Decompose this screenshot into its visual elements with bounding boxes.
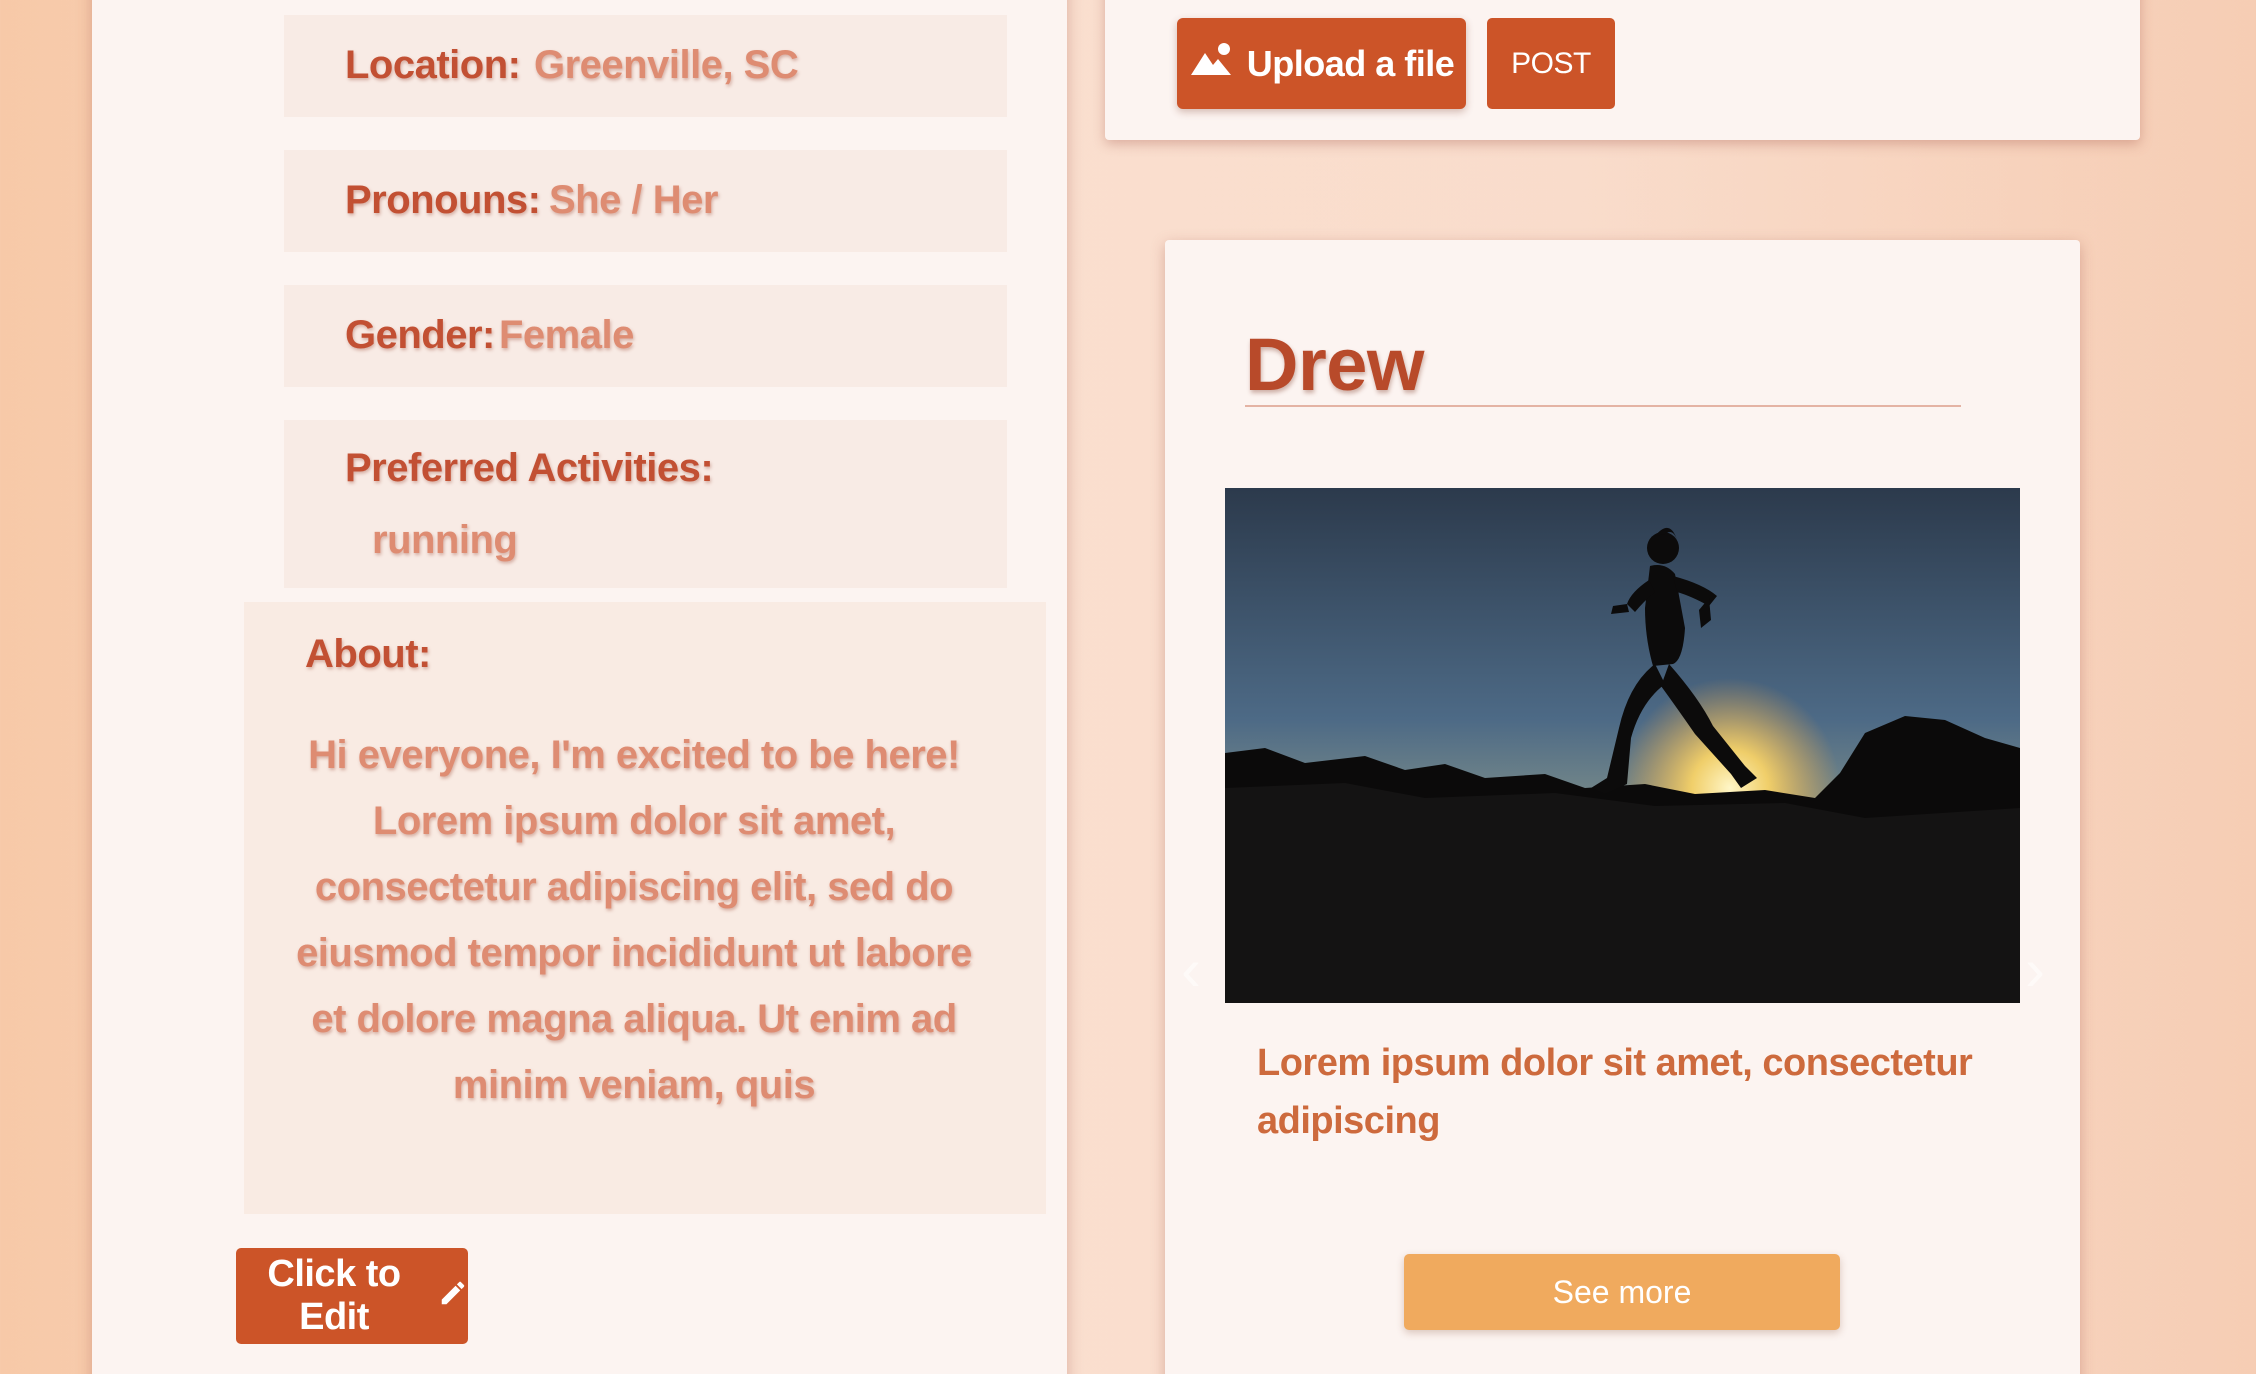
- post-caption: Lorem ipsum dolor sit amet, consectetur …: [1257, 1042, 1973, 1142]
- post-button[interactable]: POST: [1487, 18, 1615, 109]
- post-author-name: Drew: [1245, 323, 1424, 406]
- about-text: Hi everyone, I'm excited to be here! Lor…: [296, 733, 972, 1107]
- edit-button-label: Click to Edit: [267, 1253, 401, 1338]
- chevron-right-icon[interactable]: ›: [2025, 940, 2065, 1000]
- activities-label: Preferred Activities:: [345, 446, 714, 490]
- profile-panel: Location: Greenville, SC Pronouns: She /…: [92, 0, 1067, 1374]
- upload-button-label: Upload a file: [1246, 42, 1455, 84]
- see-more-button[interactable]: See more: [1404, 1254, 1840, 1330]
- location-row: Location: Greenville, SC: [284, 15, 1007, 117]
- edit-profile-button[interactable]: Click to Edit: [236, 1248, 468, 1344]
- about-label: About:: [305, 632, 431, 676]
- post-card: Drew ‹ › Lorem ipsum dolor sit amet, con…: [1165, 240, 2080, 1374]
- gender-value: Female: [499, 313, 634, 357]
- gender-row: Gender: Female: [284, 285, 1007, 387]
- post-image: [1225, 488, 2020, 1003]
- pronouns-value: She / Her: [549, 178, 718, 222]
- location-label: Location:: [345, 43, 521, 87]
- location-value: Greenville, SC: [534, 43, 799, 87]
- upload-file-button[interactable]: Upload a file: [1177, 18, 1466, 109]
- activities-row: Preferred Activities: running: [284, 420, 1007, 588]
- post-composer: Upload a file POST: [1105, 0, 2140, 140]
- author-divider: [1245, 405, 1961, 407]
- about-section: About: Hi everyone, I'm excited to be he…: [244, 602, 1046, 1214]
- gender-label: Gender:: [345, 313, 495, 357]
- chevron-left-icon[interactable]: ‹: [1181, 940, 1221, 1000]
- image-icon: [1189, 41, 1233, 86]
- pronouns-label: Pronouns:: [345, 178, 541, 222]
- pronouns-row: Pronouns: She / Her: [284, 150, 1007, 252]
- pencil-icon: [438, 1275, 468, 1318]
- activities-value: running: [372, 518, 518, 562]
